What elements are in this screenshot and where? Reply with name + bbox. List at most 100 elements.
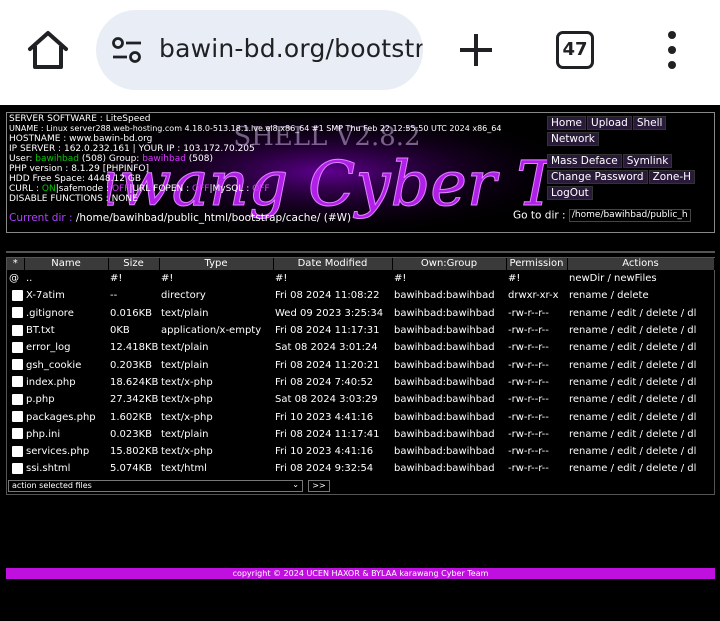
cell-size: 0.016KB [110,307,153,319]
col-select: * [7,258,25,270]
nav-change-password[interactable]: Change Password [547,170,648,184]
row-checkbox[interactable] [12,376,23,388]
table-row: php.ini 0.023KB text/plain Fri 08 2024 11:1… [7,426,714,443]
col-owner[interactable]: Own:Group [392,258,507,270]
cell-name[interactable]: gsh_cookie [24,356,108,373]
row-checkbox[interactable] [12,341,23,353]
row-checkbox[interactable] [12,393,23,405]
col-name[interactable]: Name [24,258,109,270]
cell-actions[interactable]: rename / edit / delete / dl [567,391,714,408]
goto-dir-input[interactable]: /home/bawihbad/public_h [568,209,691,222]
new-tab-icon[interactable] [458,32,494,68]
parent-dir-link[interactable]: .. [24,270,108,287]
cell-name[interactable]: services.php [24,443,108,460]
tab-switcher-button[interactable]: 47 [556,31,594,69]
cell-date: Fri 10 2023 4:41:16 [275,411,374,423]
url-text[interactable]: bawin-bd.org/bootstrap [159,34,423,63]
cell-actions[interactable]: rename / edit / delete / dl [567,443,714,460]
cell-actions[interactable]: rename / edit / delete / dl [567,408,714,425]
cell-name[interactable]: X-7atim [24,287,108,304]
cell-name[interactable]: .gitignore [24,305,108,322]
row-checkbox[interactable] [12,428,23,440]
cell-date: Fri 08 2024 7:40:52 [275,376,374,388]
nav-logout[interactable]: LogOut [547,186,593,200]
cell-name[interactable]: index.php [24,374,108,391]
table-row: gsh_cookie 0.203KB text/plain Fri 08 2024 1… [7,356,714,373]
goto-dir: Go to dir : /home/bawihbad/public_h [513,209,691,222]
cell-name[interactable]: error_log [24,339,108,356]
row-checkbox[interactable] [12,289,23,301]
cell-type: text/html [161,463,207,475]
cell-perm: -rw-r--r-- [508,359,549,371]
cell-own: bawihbad:bawihbad [394,307,495,319]
cell-size: 15.802KB [110,446,159,458]
nav-zone-h[interactable]: Zone-H [648,170,696,184]
site-settings-icon[interactable] [112,36,142,64]
cell-actions[interactable]: rename / edit / delete / dl [567,339,714,356]
nav-upload[interactable]: Upload [587,116,632,130]
more-menu-icon[interactable] [666,30,678,70]
cell-perm: -rw-r--r-- [508,394,549,406]
cell-own: bawihbad:bawihbad [394,411,495,423]
cell-actions[interactable]: rename / edit / delete / dl [567,426,714,443]
col-permission[interactable]: Permission [506,258,568,270]
cell-name[interactable]: ssi.shtml [24,460,108,477]
bulk-action-select[interactable]: action selected files ⌄ [8,480,303,492]
nav-symlink[interactable]: Symlink [622,154,673,168]
server-info: SERVER SOFTWARE : LiteSpeed UNAME : Linu… [9,114,502,204]
cell-date: Sat 08 2024 3:01:24 [275,342,378,354]
nav-mass-deface[interactable]: Mass Deface [547,154,622,168]
bulk-go-button[interactable]: >> [308,480,330,492]
cell-actions[interactable]: rename / edit / delete / dl [567,460,714,477]
current-dir-path[interactable]: /home/bawihbad/public_html/bootstrap/cac… [76,212,321,224]
cell-name[interactable]: packages.php [24,408,108,425]
file-manager: * Name Size Type Date Modified Own:Group… [6,257,715,495]
row-checkbox[interactable] [12,307,23,319]
table-row: error_log 12.418KB text/plain Sat 08 2024 3… [7,339,714,356]
table-row: services.php 15.802KB text/x-php Fri 10 202… [7,443,714,460]
table-row: ssi.shtml 5.074KB text/html Fri 08 2024 9:3… [7,460,714,477]
col-size[interactable]: Size [108,258,160,270]
cell-actions[interactable]: rename / edit / delete / dl [567,374,714,391]
cell-type: text/plain [161,428,209,440]
row-checkbox[interactable] [12,462,23,474]
cell-actions[interactable]: rename / edit / delete / dl [567,356,714,373]
row-checkbox[interactable] [12,445,23,457]
cell-date: Fri 08 2024 11:08:22 [275,290,380,302]
row-checkbox[interactable] [12,324,23,336]
cell-actions[interactable]: rename / edit / delete / dl [567,305,714,322]
cell-own: bawihbad:bawihbad [394,376,495,388]
divider [6,251,715,253]
cell-own: bawihbad:bawihbad [394,394,495,406]
home-icon[interactable] [26,28,70,72]
cell-type: text/plain [161,307,209,319]
nav-network[interactable]: Network [547,132,599,146]
cell-own: bawihbad:bawihbad [394,359,495,371]
col-date[interactable]: Date Modified [273,258,393,270]
table-row: index.php 18.624KB text/x-php Fri 08 2024 7… [7,374,714,391]
cell-name[interactable]: p.php [24,391,108,408]
cell-date: Fri 08 2024 11:20:21 [275,359,380,371]
cell-actions[interactable]: rename / delete [567,287,714,304]
col-type[interactable]: Type [159,258,274,270]
cell-own: bawihbad:bawihbad [394,446,495,458]
shell-page: SHELL V2.8.2 Karawang Cyber Team SERVER … [0,105,720,621]
cell-perm: -rw-r--r-- [508,342,549,354]
cell-type: application/x-empty [161,325,262,337]
cell-actions[interactable]: rename / edit / delete / dl [567,322,714,339]
cell-name[interactable]: BT.txt [24,322,108,339]
cell-date: Sat 08 2024 3:03:29 [275,394,378,406]
cell-name[interactable]: php.ini [24,426,108,443]
new-dir-files-actions[interactable]: newDir / newFiles [567,270,714,287]
cell-type: text/x-php [161,411,213,423]
cell-type: text/plain [161,359,209,371]
row-checkbox[interactable] [12,359,23,371]
nav-shell[interactable]: Shell [632,116,667,130]
row-checkbox[interactable] [12,411,23,423]
nav-home[interactable]: Home [547,116,587,130]
shell-header: SHELL V2.8.2 Karawang Cyber Team SERVER … [6,112,715,233]
cell-type: text/x-php [161,376,213,388]
table-row: packages.php 1.602KB text/x-php Fri 10 2023… [7,408,714,425]
address-bar[interactable]: bawin-bd.org/bootstrap [96,10,423,90]
cell-type: text/plain [161,342,209,354]
